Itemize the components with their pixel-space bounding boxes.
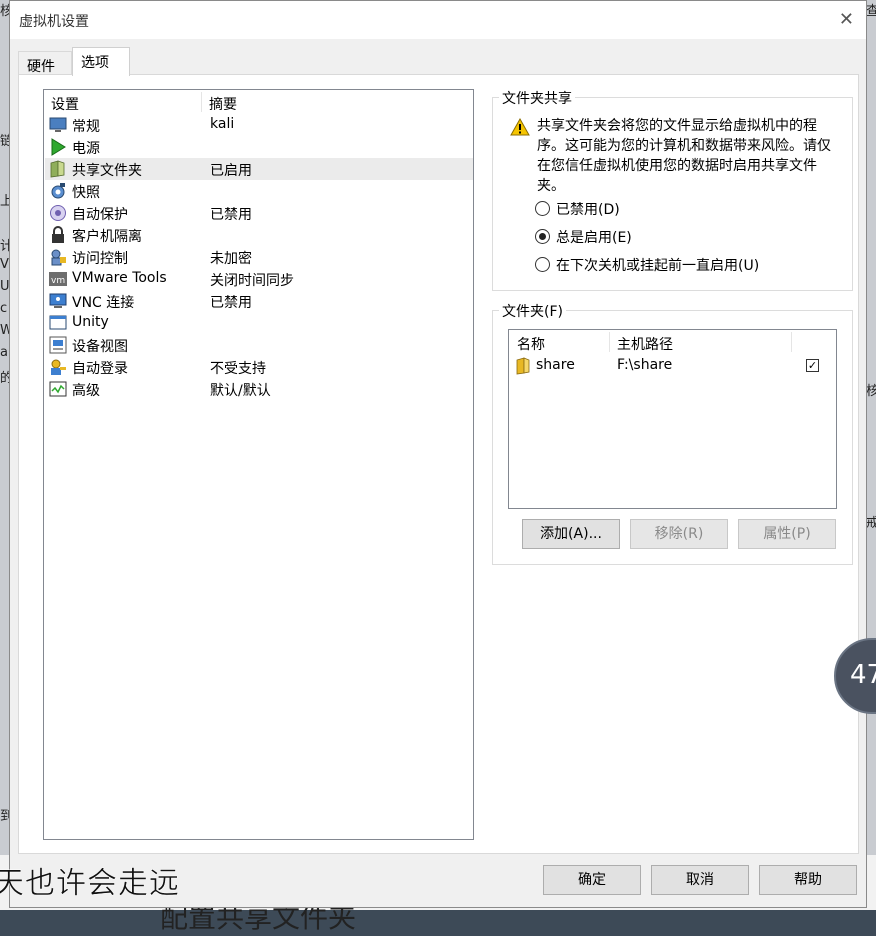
bg-text: 戒 bbox=[866, 516, 876, 531]
folder-row[interactable]: share F:\share ✓ bbox=[509, 356, 836, 378]
column-divider[interactable] bbox=[201, 92, 202, 112]
options-panel: 设置 摘要 常规 kali 电源 共享文件夹 已启用 快照 自动保护 已禁用 客户机隔离 访问控制… bbox=[18, 74, 859, 854]
radio-label[interactable]: 已禁用(D) bbox=[556, 199, 620, 219]
tab-options[interactable]: 选项 bbox=[72, 47, 130, 76]
settings-item-name: Unity bbox=[72, 314, 109, 330]
shared-folder-icon bbox=[50, 160, 65, 178]
vnc-icon bbox=[49, 293, 67, 308]
bg-text: 核 bbox=[866, 384, 876, 399]
settings-item-name: 自动保护 bbox=[72, 207, 128, 223]
settings-item-name: 高级 bbox=[72, 383, 100, 399]
folder-host-path: F:\share bbox=[617, 357, 673, 373]
settings-item-name: 客户机隔离 bbox=[72, 229, 142, 245]
cancel-button[interactable]: 取消 bbox=[651, 865, 749, 895]
column-divider[interactable] bbox=[791, 332, 792, 352]
folder-name: share bbox=[536, 357, 575, 373]
folder-sharing-legend: 文件夹共享 bbox=[499, 88, 575, 108]
settings-item[interactable]: 高级 默认/默认 bbox=[45, 378, 473, 400]
settings-item[interactable]: 自动登录 不受支持 bbox=[45, 356, 473, 378]
settings-item-summary: 未加密 bbox=[210, 251, 252, 267]
background-window-right: 查 核 戒 bbox=[866, 0, 876, 860]
settings-item[interactable]: 访问控制 未加密 bbox=[45, 246, 473, 268]
settings-item-summary: 不受支持 bbox=[210, 361, 266, 377]
settings-item[interactable]: 共享文件夹 已启用 bbox=[45, 158, 473, 180]
settings-item-name: 常规 bbox=[72, 119, 100, 135]
settings-item-name: 访问控制 bbox=[72, 251, 128, 267]
power-play-icon bbox=[51, 138, 66, 156]
shared-folder-icon bbox=[516, 357, 530, 375]
settings-list[interactable]: 设置 摘要 常规 kali 电源 共享文件夹 已启用 快照 自动保护 已禁用 客户机隔离 访问控制… bbox=[43, 89, 474, 840]
folders-list-header: 名称 主机路径 bbox=[509, 330, 836, 354]
radio-circle[interactable] bbox=[535, 257, 550, 272]
radio-label[interactable]: 在下次关机或挂起前一直启用(U) bbox=[556, 255, 759, 275]
folders-legend: 文件夹(F) bbox=[499, 301, 566, 321]
settings-item-name: 自动登录 bbox=[72, 361, 128, 377]
settings-item-summary: 默认/默认 bbox=[210, 383, 271, 399]
advanced-icon bbox=[49, 381, 67, 397]
device-view-icon bbox=[49, 336, 67, 354]
help-button[interactable]: 帮助 bbox=[759, 865, 857, 895]
radio-label[interactable]: 总是启用(E) bbox=[556, 227, 632, 247]
warning-icon bbox=[510, 118, 530, 136]
settings-item[interactable]: 快照 bbox=[45, 180, 473, 202]
vm-settings-dialog: 虚拟机设置 ✕ 硬件 选项 设置 摘要 常规 kali 电源 共享文件夹 已启用 快照 自动… bbox=[9, 0, 867, 908]
settings-item-name: 快照 bbox=[72, 185, 100, 201]
settings-item-summary: 关闭时间同步 bbox=[210, 273, 294, 289]
settings-item-summary: kali bbox=[210, 116, 235, 132]
settings-item-name: VNC 连接 bbox=[72, 295, 135, 311]
shared-folders-list[interactable]: 名称 主机路径 share F:\share ✓ bbox=[508, 329, 837, 509]
video-caption-overlay: 天也许会走远 bbox=[0, 866, 180, 902]
autoprotect-icon bbox=[50, 205, 66, 221]
folders-group: 文件夹(F) 名称 主机路径 share F:\share ✓ 添加(A)...… bbox=[492, 301, 853, 565]
settings-item[interactable]: 自动保护 已禁用 bbox=[45, 202, 473, 224]
monitor-icon bbox=[49, 117, 67, 132]
settings-item-summary: 已禁用 bbox=[210, 295, 252, 311]
list-header: 设置 摘要 bbox=[44, 90, 473, 114]
column-header-summary[interactable]: 摘要 bbox=[209, 94, 237, 114]
access-control-icon bbox=[51, 249, 66, 266]
snapshot-icon bbox=[51, 183, 65, 199]
settings-item-name: 设备视图 bbox=[72, 339, 128, 355]
settings-item[interactable]: VNC 连接 已禁用 bbox=[45, 290, 473, 312]
settings-item-name: 电源 bbox=[72, 141, 100, 157]
remove-folder-button[interactable]: 移除(R) bbox=[630, 519, 728, 549]
vmware-tools-icon: vm bbox=[49, 272, 67, 286]
settings-item-name: 共享文件夹 bbox=[72, 163, 142, 179]
column-divider[interactable] bbox=[609, 332, 610, 352]
close-icon[interactable]: ✕ bbox=[839, 9, 854, 30]
folder-properties-button[interactable]: 属性(P) bbox=[738, 519, 836, 549]
column-header-name[interactable]: 名称 bbox=[517, 334, 545, 354]
sharing-warning-text: 共享文件夹会将您的文件显示给虚拟机中的程序。这可能为您的计算机和数据带来风险。请… bbox=[537, 118, 831, 194]
column-header-setting[interactable]: 设置 bbox=[51, 94, 79, 114]
autologin-icon bbox=[51, 359, 66, 375]
add-folder-button[interactable]: 添加(A)... bbox=[522, 519, 620, 549]
settings-item[interactable]: 客户机隔离 bbox=[45, 224, 473, 246]
bg-text: 查 bbox=[866, 4, 876, 19]
radio-circle-selected[interactable] bbox=[535, 229, 550, 244]
ok-button[interactable]: 确定 bbox=[543, 865, 641, 895]
settings-item-name: VMware Tools bbox=[72, 270, 167, 286]
radio-circle[interactable] bbox=[535, 201, 550, 216]
settings-item[interactable]: 设备视图 bbox=[45, 334, 473, 356]
settings-item[interactable]: vm VMware Tools 关闭时间同步 bbox=[45, 268, 473, 290]
settings-item[interactable]: 常规 kali bbox=[45, 114, 473, 136]
window-title: 虚拟机设置 bbox=[19, 14, 89, 30]
settings-item[interactable]: 电源 bbox=[45, 136, 473, 158]
unity-icon bbox=[49, 315, 67, 330]
tab-hardware[interactable]: 硬件 bbox=[18, 51, 72, 75]
column-header-host-path[interactable]: 主机路径 bbox=[617, 334, 673, 354]
svg-text:vm: vm bbox=[51, 276, 65, 286]
title-bar[interactable]: 虚拟机设置 ✕ bbox=[10, 1, 866, 39]
lock-icon bbox=[52, 226, 64, 243]
settings-item-summary: 已启用 bbox=[210, 163, 252, 179]
settings-item-summary: 已禁用 bbox=[210, 207, 252, 223]
settings-item[interactable]: Unity bbox=[45, 312, 473, 334]
folder-enabled-checkbox[interactable]: ✓ bbox=[806, 359, 819, 372]
folder-sharing-group: 文件夹共享 共享文件夹会将您的文件显示给虚拟机中的程序。这可能为您的计算机和数据… bbox=[492, 88, 853, 291]
